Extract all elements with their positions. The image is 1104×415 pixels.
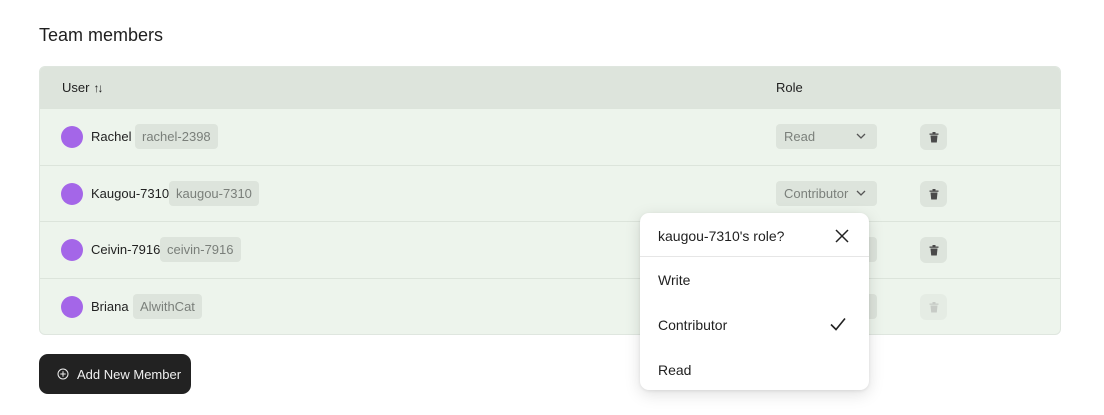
checkmark-icon bbox=[830, 317, 846, 331]
role-option-read[interactable]: Read bbox=[658, 362, 691, 378]
add-new-member-label: Add New Member bbox=[77, 366, 182, 382]
table-row: Kaugou-7310 kaugou-7310 Contributor bbox=[40, 165, 1060, 221]
role-select[interactable]: Contributor bbox=[776, 181, 877, 206]
trash-icon bbox=[929, 188, 938, 199]
delete-member-button[interactable] bbox=[920, 237, 947, 263]
user-name: Rachel bbox=[91, 129, 132, 144]
avatar bbox=[61, 183, 83, 205]
user-name: Ceivin-7916 bbox=[91, 242, 161, 257]
table-row: Briana AlwithCat bbox=[40, 278, 1060, 334]
user-handle: kaugou-7310 bbox=[169, 181, 259, 206]
role-select-value: Contributor bbox=[784, 186, 849, 201]
role-column-header: Role bbox=[776, 80, 803, 95]
plus-circle-icon bbox=[57, 368, 69, 380]
sort-icon[interactable]: ↑↓ bbox=[93, 81, 103, 95]
table-row: Rachel rachel-2398 Read bbox=[40, 108, 1060, 164]
user-handle: rachel-2398 bbox=[135, 124, 218, 149]
close-icon[interactable] bbox=[834, 228, 850, 244]
role-option-contributor[interactable]: Contributor bbox=[658, 317, 727, 333]
role-option-write[interactable]: Write bbox=[658, 272, 690, 288]
chevron-down-icon bbox=[856, 190, 866, 196]
role-select-value: Read bbox=[784, 129, 816, 144]
trash-icon bbox=[929, 244, 938, 255]
add-new-member-button[interactable]: Add New Member bbox=[39, 354, 191, 394]
user-handle: AlwithCat bbox=[133, 294, 202, 319]
user-handle: ceivin-7916 bbox=[160, 237, 241, 262]
team-members-table: User ↑↓ Role Rachel rachel-2398 Read Kau… bbox=[39, 66, 1061, 335]
role-select[interactable]: Read bbox=[776, 124, 877, 149]
avatar bbox=[61, 296, 83, 318]
delete-member-button[interactable] bbox=[920, 124, 947, 150]
user-header-label: User bbox=[62, 80, 90, 95]
user-name: Kaugou-7310 bbox=[91, 186, 170, 201]
delete-member-button[interactable] bbox=[920, 181, 947, 207]
popover-title: kaugou-7310's role? bbox=[658, 228, 785, 244]
page-title: Team members bbox=[39, 25, 164, 45]
user-column-header[interactable]: User ↑↓ bbox=[62, 80, 103, 95]
delete-member-button bbox=[920, 294, 947, 320]
role-popover: kaugou-7310's role? Write Contributor Re… bbox=[640, 213, 869, 390]
user-name: Briana bbox=[91, 299, 129, 314]
trash-icon bbox=[929, 131, 938, 142]
chevron-down-icon bbox=[856, 133, 866, 139]
avatar bbox=[61, 239, 83, 261]
table-header: User ↑↓ Role bbox=[40, 67, 1060, 108]
avatar bbox=[61, 126, 83, 148]
table-row: Ceivin-7916 ceivin-7916 bbox=[40, 221, 1060, 277]
popover-header: kaugou-7310's role? bbox=[640, 213, 869, 257]
trash-icon bbox=[929, 301, 938, 312]
